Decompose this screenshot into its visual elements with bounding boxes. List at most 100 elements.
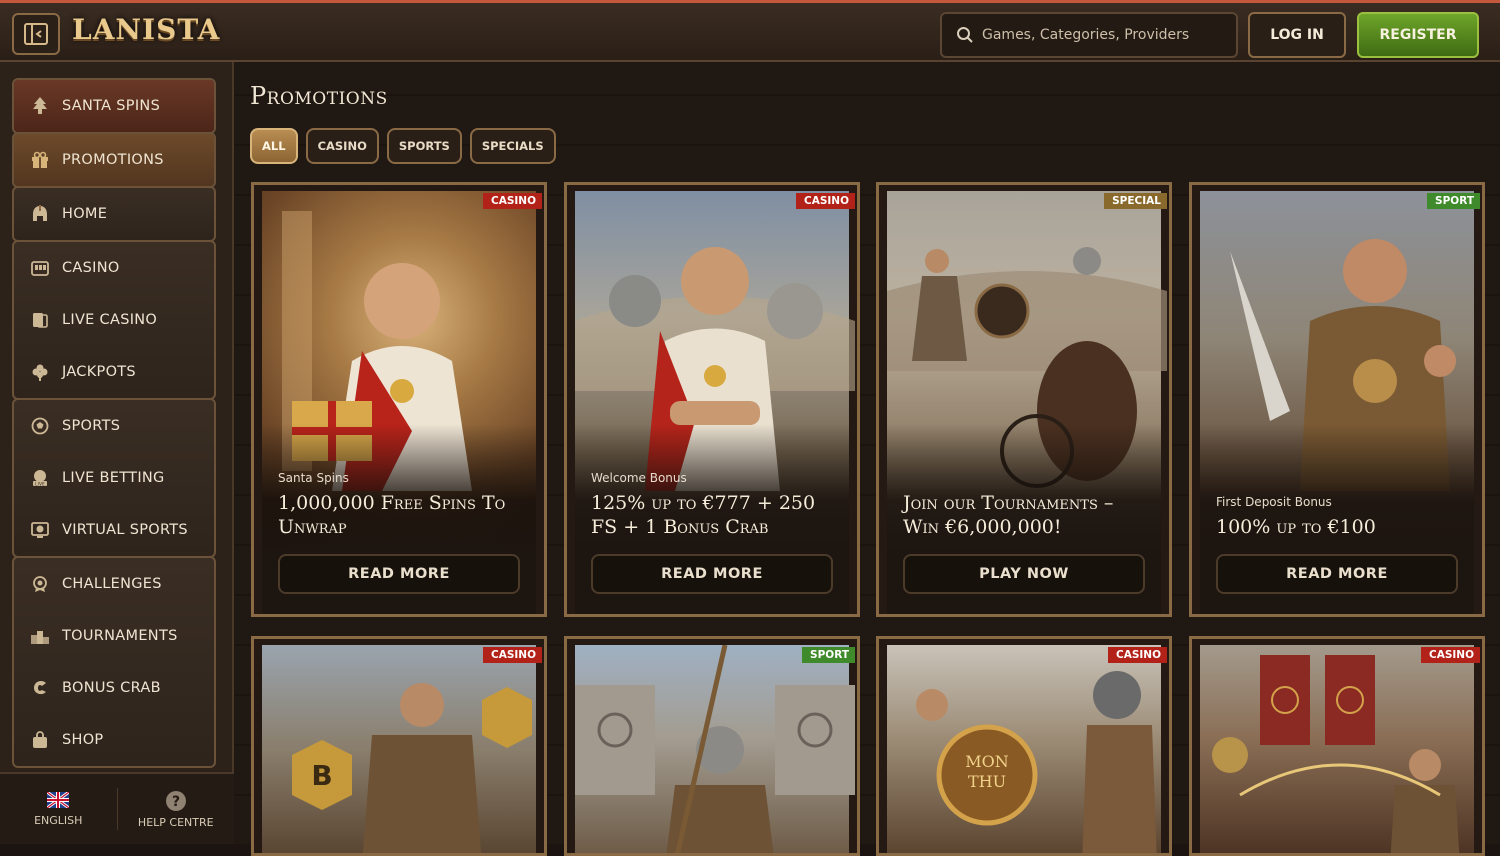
sidebar-item-label: HOME <box>62 206 108 222</box>
promo-title: 1,000,000 Free Spins To Unwrap <box>278 492 506 538</box>
sidebar-item-casino[interactable]: CASINO <box>14 242 214 294</box>
filter-bar: ALL CASINO SPORTS SPECIALS <box>250 128 556 164</box>
read-more-button[interactable]: READ MORE <box>1216 554 1458 594</box>
sidebar-item-label: JACKPOTS <box>62 364 136 380</box>
play-now-button[interactable]: PLAY NOW <box>903 554 1145 594</box>
sidebar-item-label: TOURNAMENTS <box>62 628 178 644</box>
sidebar-item-bonus-crab[interactable]: BONUS CRAB <box>14 662 214 714</box>
bag-icon <box>30 730 50 750</box>
promo-subtitle: Santa Spins <box>278 471 349 485</box>
sidebar-footer: ENGLISH ? HELP CENTRE <box>0 772 234 844</box>
svg-text:?: ? <box>172 794 180 810</box>
gift-icon <box>30 150 50 170</box>
sidebar-item-virtual-sports[interactable]: VIRTUAL SPORTS <box>14 504 214 556</box>
nav-group-home: HOME <box>12 186 216 242</box>
promo-tag: SPORT <box>1427 193 1480 209</box>
uk-flag-icon <box>47 791 70 808</box>
promo-card-welcome-bonus[interactable]: CASINO Welcome Bonus 125% up to €777 + 2… <box>564 182 860 617</box>
sidebar-item-promotions[interactable]: PROMOTIONS <box>14 134 214 186</box>
promo-tag: SPORT <box>802 647 855 663</box>
promo-card-casino-4[interactable]: CASINO <box>1189 636 1485 856</box>
nav-group-promotions: PROMOTIONS <box>12 132 216 188</box>
promo-card-mon-thu[interactable]: MON THU CASINO <box>876 636 1172 856</box>
sidebar-item-jackpots[interactable]: JACKPOTS <box>14 346 214 398</box>
promo-subtitle: First Deposit Bonus <box>1216 495 1332 509</box>
help-icon: ? <box>165 790 186 811</box>
promo-subtitle: Welcome Bonus <box>591 471 687 485</box>
promo-card-sport-2[interactable]: SPORT <box>564 636 860 856</box>
shield-text: MON <box>965 752 1009 771</box>
promo-tag: CASINO <box>1420 647 1480 663</box>
sidebar-toggle-button[interactable] <box>12 13 60 55</box>
promo-title: 100% up to €100 <box>1216 516 1376 538</box>
nav-group-casino: CASINO LIVE CASINO JACKPOTS <box>12 240 216 400</box>
filter-sports[interactable]: SPORTS <box>386 128 462 164</box>
promo-title: Join our Tournaments – Win €6,000,000! <box>903 492 1114 538</box>
promo-image: B <box>262 645 536 853</box>
sidebar-item-sports[interactable]: SPORTS <box>14 400 214 452</box>
sidebar-collapse-icon <box>24 23 48 45</box>
svg-text:B: B <box>311 759 332 792</box>
helmet-icon <box>30 204 50 224</box>
tree-icon <box>30 96 50 116</box>
language-label: ENGLISH <box>34 813 83 827</box>
promo-image <box>575 644 855 853</box>
search-input[interactable] <box>982 27 1222 43</box>
top-bar: LANISTA LOG IN REGISTER <box>0 0 1500 62</box>
main-content: Promotions ALL CASINO SPORTS SPECIALS CA… <box>234 62 1500 856</box>
read-more-button[interactable]: READ MORE <box>591 554 833 594</box>
promo-card-santa-spins[interactable]: CASINO Santa Spins 1,000,000 Free Spins … <box>251 182 547 617</box>
sidebar-item-label: PROMOTIONS <box>62 152 164 168</box>
login-button[interactable]: LOG IN <box>1248 12 1346 58</box>
sidebar-item-label: SPORTS <box>62 418 121 434</box>
nav-group-extras: CHALLENGES TOURNAMENTS BONUS CRAB SHOP <box>12 556 216 768</box>
live-cards-icon <box>30 310 50 330</box>
sidebar-item-santa-spins[interactable]: SANTA SPINS <box>14 80 214 132</box>
promo-card-tournaments[interactable]: SPECIAL Join our Tournaments – Win €6,00… <box>876 182 1172 617</box>
promo-card-first-deposit[interactable]: SPORT First Deposit Bonus 100% up to €10… <box>1189 182 1485 617</box>
podium-icon <box>30 626 50 646</box>
sidebar-item-label: CASINO <box>62 260 120 276</box>
filter-casino[interactable]: CASINO <box>305 128 379 164</box>
sidebar-item-label: LIVE CASINO <box>62 312 158 328</box>
nav-group-sports: SPORTS LIVE LIVE BETTING VIRTUAL SPORTS <box>12 398 216 558</box>
crab-icon <box>30 678 50 698</box>
virtual-ball-icon <box>30 520 50 540</box>
read-more-button[interactable]: READ MORE <box>278 554 520 594</box>
promo-tag: CASINO <box>482 647 542 663</box>
promo-tag: CASINO <box>795 193 855 209</box>
sidebar-item-label: BONUS CRAB <box>62 680 161 696</box>
sidebar-item-label: CHALLENGES <box>62 576 162 592</box>
live-tv-icon: LIVE <box>30 468 50 488</box>
slot-machine-icon <box>30 258 50 278</box>
promo-card-crypto-casino[interactable]: B CASINO <box>251 636 547 856</box>
help-label: HELP CENTRE <box>137 815 214 829</box>
language-selector[interactable]: ENGLISH <box>0 774 117 844</box>
svg-text:LIVE: LIVE <box>35 481 45 486</box>
sidebar-item-label: LIVE BETTING <box>62 470 165 486</box>
search-box[interactable] <box>940 12 1238 58</box>
sidebar-item-live-casino[interactable]: LIVE CASINO <box>14 294 214 346</box>
sidebar: SANTA SPINS PROMOTIONS HOME CASINO LIVE … <box>0 62 234 844</box>
promo-tag: SPECIAL <box>1104 193 1167 209</box>
sidebar-item-home[interactable]: HOME <box>14 188 214 240</box>
sidebar-item-live-betting[interactable]: LIVE LIVE BETTING <box>14 452 214 504</box>
ball-icon <box>30 416 50 436</box>
sidebar-item-label: SHOP <box>62 732 104 748</box>
sidebar-item-tournaments[interactable]: TOURNAMENTS <box>14 610 214 662</box>
filter-specials[interactable]: SPECIALS <box>469 128 556 164</box>
shield-text: THU <box>968 772 1006 791</box>
nav-group-featured: SANTA SPINS <box>12 78 216 134</box>
promo-image <box>1200 645 1474 853</box>
sidebar-item-shop[interactable]: SHOP <box>14 714 214 766</box>
filter-all[interactable]: ALL <box>250 128 298 164</box>
register-button[interactable]: REGISTER <box>1357 12 1479 58</box>
search-icon <box>957 27 973 43</box>
sidebar-item-label: SANTA SPINS <box>62 98 161 114</box>
promo-tag: CASINO <box>1107 647 1167 663</box>
clover-icon <box>30 362 50 382</box>
lanista-logo[interactable]: LANISTA <box>72 13 220 46</box>
sidebar-item-challenges[interactable]: CHALLENGES <box>14 558 214 610</box>
help-centre-link[interactable]: ? HELP CENTRE <box>118 774 235 844</box>
sidebar-item-label: VIRTUAL SPORTS <box>62 522 188 538</box>
